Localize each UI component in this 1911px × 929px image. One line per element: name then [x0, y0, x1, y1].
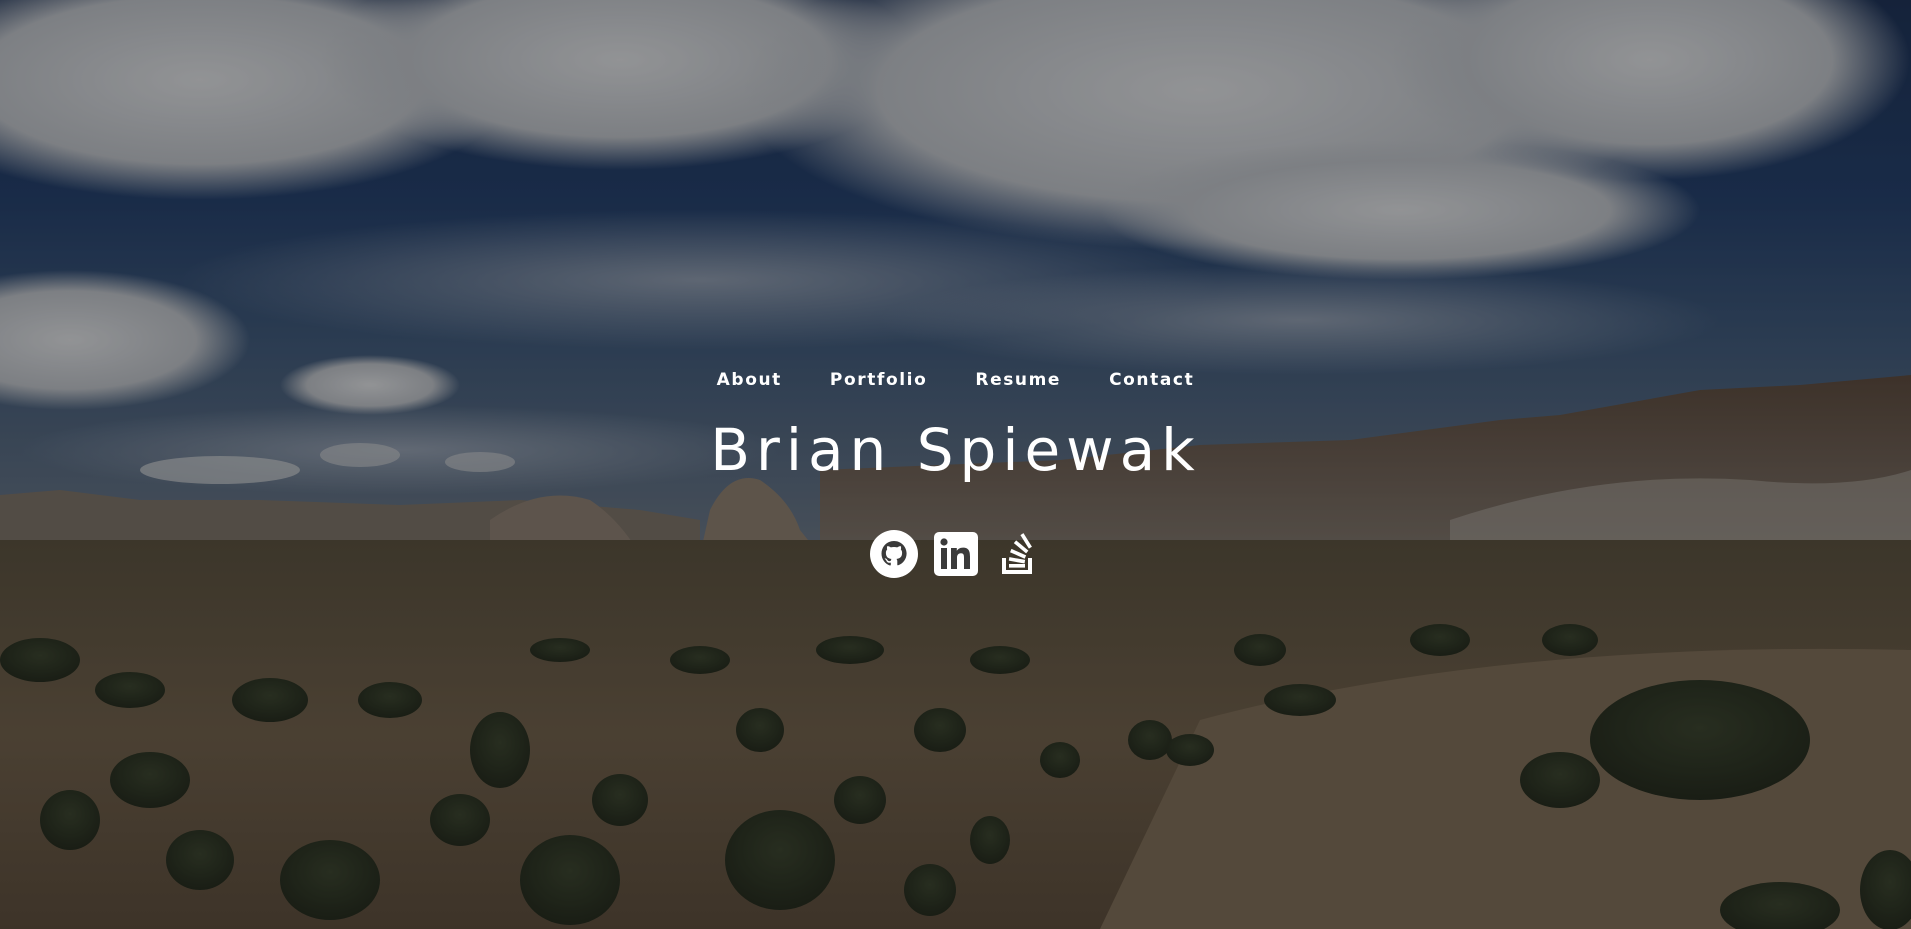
linkedin-link[interactable] [932, 530, 980, 578]
linkedin-icon [933, 532, 978, 576]
main-nav: About Portfolio Resume Contact [0, 366, 1911, 394]
nav-link-contact[interactable]: Contact [1109, 366, 1194, 394]
nav-link-portfolio[interactable]: Portfolio [830, 366, 927, 394]
github-link[interactable] [869, 530, 918, 578]
stackoverflow-link[interactable] [994, 530, 1042, 578]
nav-link-about[interactable]: About [717, 366, 782, 394]
hero-content: About Portfolio Resume Contact Brian Spi… [0, 0, 1911, 929]
stackoverflow-icon [1001, 533, 1032, 574]
social-links [0, 530, 1911, 578]
nav-link-resume[interactable]: Resume [975, 366, 1061, 394]
hero-section: About Portfolio Resume Contact Brian Spi… [0, 0, 1911, 929]
github-icon [869, 530, 918, 578]
page-title: Brian Spiewak [710, 416, 1201, 484]
